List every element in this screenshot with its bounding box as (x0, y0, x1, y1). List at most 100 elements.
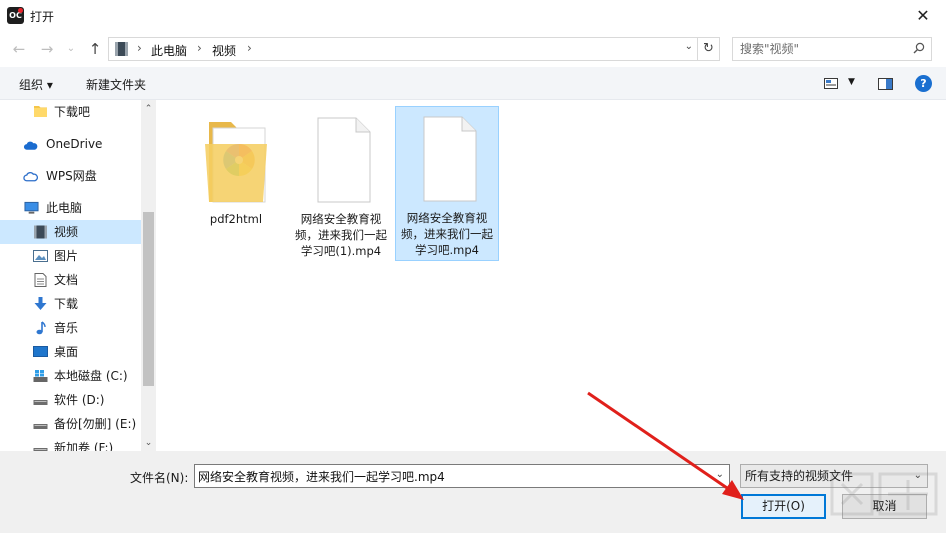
refresh-icon: ↻ (703, 41, 714, 56)
sidebar-scrollbar[interactable]: ⌃ ⌄ (141, 100, 155, 451)
open-button[interactable]: 打开(O) (741, 494, 826, 519)
blank-file-icon (423, 116, 477, 202)
sidebar-item-videos[interactable]: 视频 (0, 220, 141, 244)
scroll-thumb[interactable] (143, 212, 154, 386)
window-title: 打开 (30, 10, 55, 24)
search-icon[interactable] (913, 42, 925, 54)
organize-button[interactable]: 组织 ▾ (19, 76, 53, 93)
view-options-icon[interactable] (824, 78, 838, 89)
picture-icon (33, 250, 48, 262)
sidebar-item-drive-d[interactable]: 软件 (D:) (0, 388, 141, 412)
scroll-down-icon[interactable]: ⌄ (143, 436, 154, 450)
sidebar-item-label: WPS网盘 (46, 169, 97, 183)
help-icon[interactable]: ? (915, 75, 932, 92)
system-drive-icon (33, 370, 48, 382)
computer-icon (24, 201, 39, 214)
document-icon (34, 273, 47, 287)
breadcrumb-separator-icon[interactable]: › (197, 41, 202, 55)
breadcrumb[interactable]: › 此电脑 › 视频 › ⌄ (108, 37, 698, 61)
file-name: 网络安全教育视频，进来我们一起学习吧(1).mp4 (295, 212, 387, 258)
new-folder-button[interactable]: 新建文件夹 (86, 76, 146, 93)
command-bar: 组织 ▾ 新建文件夹 ▼ ? (0, 67, 946, 100)
refresh-button[interactable]: ↻ (698, 37, 720, 61)
drive-icon (33, 448, 48, 451)
wps-cloud-icon (23, 172, 38, 182)
breadcrumb-separator-icon[interactable]: › (137, 41, 142, 55)
sidebar-item-this-pc[interactable]: 此电脑 (0, 196, 141, 220)
sidebar-item-label: 本地磁盘 (C:) (54, 369, 128, 383)
sidebar-item-label: 下载吧 (54, 105, 91, 119)
sidebar-item-label: 文档 (54, 273, 79, 287)
filetype-value: 所有支持的视频文件 (745, 469, 854, 483)
sidebar-item-label: 此电脑 (46, 201, 83, 215)
desktop-icon (33, 346, 48, 357)
filename-input[interactable] (195, 465, 705, 487)
video-folder-icon (115, 42, 128, 56)
filename-label: 文件名(N): (130, 471, 189, 485)
up-arrow-icon: ↑ (88, 40, 102, 58)
sidebar-item-label: 音乐 (54, 321, 79, 335)
navigation-pane: 下载吧 OneDrive WPS网盘 此电脑 视频 图片 文档 下载 音乐 桌面… (0, 100, 156, 451)
blank-file-icon (317, 117, 371, 203)
chevron-down-icon[interactable]: ⌄ (716, 469, 724, 480)
close-button[interactable]: ✕ (900, 0, 946, 32)
preview-pane-icon[interactable] (878, 78, 893, 90)
forward-button[interactable]: → (38, 40, 56, 58)
chevron-down-icon: ⌄ (66, 43, 76, 54)
file-item-pdf2html[interactable]: pdf2html (184, 108, 288, 229)
folder-icon (34, 106, 47, 117)
recent-locations-button[interactable]: ⌄ (62, 40, 80, 58)
app-icon: OC (7, 7, 24, 24)
sidebar-item-onedrive[interactable]: OneDrive (0, 132, 141, 156)
address-bar: ← → ⌄ ↑ › 此电脑 › 视频 › ⌄ ↻ (0, 32, 946, 66)
sidebar-item-pictures[interactable]: 图片 (0, 244, 141, 268)
breadcrumb-separator-icon[interactable]: › (247, 41, 252, 55)
close-icon: ✕ (916, 6, 930, 25)
breadcrumb-item-this-pc[interactable]: 此电脑 (151, 42, 187, 59)
filetype-select[interactable]: 所有支持的视频文件 ⌄ (740, 464, 928, 488)
filename-combobox[interactable]: ⌄ (194, 464, 730, 488)
sidebar-item-drive-c[interactable]: 本地磁盘 (C:) (0, 364, 141, 388)
sidebar-item-music[interactable]: 音乐 (0, 316, 141, 340)
forward-arrow-icon: → (40, 40, 54, 58)
drive-icon (33, 424, 48, 429)
download-icon (34, 297, 47, 310)
sidebar-item-label: 桌面 (54, 345, 79, 359)
search-input[interactable] (733, 38, 903, 60)
title-bar: OC 打开 ✕ (0, 0, 946, 32)
sidebar-item-downloads[interactable]: 下载 (0, 292, 141, 316)
file-name: pdf2html (209, 212, 263, 226)
back-arrow-icon: ← (12, 40, 26, 58)
view-dropdown-icon[interactable]: ▼ (848, 77, 855, 87)
drive-icon (33, 400, 48, 405)
back-button[interactable]: ← (10, 40, 28, 58)
sidebar-item-label: OneDrive (46, 137, 103, 151)
sidebar-item-drive-f[interactable]: 新加卷 (F:) (0, 436, 141, 451)
sidebar-item-label: 备份[勿删] (E:) (54, 417, 137, 431)
cloud-icon (23, 141, 38, 150)
sidebar-item-label: 下载 (54, 297, 79, 311)
sidebar-item-documents[interactable]: 文档 (0, 268, 141, 292)
file-list: pdf2html 网络安全教育视频，进来我们一起学习吧(1).mp4 网络安全教… (157, 100, 946, 451)
dialog-footer: 文件名(N): ⌄ 所有支持的视频文件 ⌄ 打开(O) 取消 (0, 451, 946, 533)
up-button[interactable]: ↑ (86, 40, 104, 58)
breadcrumb-item-videos[interactable]: 视频 (212, 42, 236, 59)
sidebar-item-label: 新加卷 (F:) (54, 441, 114, 451)
scroll-up-icon[interactable]: ⌃ (143, 102, 154, 116)
sidebar-item-label: 图片 (54, 249, 79, 263)
sidebar-item-wps-cloud[interactable]: WPS网盘 (0, 164, 141, 188)
sidebar-item-desktop[interactable]: 桌面 (0, 340, 141, 364)
cancel-button[interactable]: 取消 (842, 494, 927, 519)
chevron-down-icon: ⌄ (913, 470, 922, 481)
sidebar-item-downloadba[interactable]: 下载吧 (0, 100, 141, 124)
folder-icon (205, 122, 267, 203)
path-dropdown-icon[interactable]: ⌄ (685, 41, 693, 52)
video-icon (34, 225, 47, 239)
music-icon (36, 321, 46, 335)
sidebar-item-drive-e[interactable]: 备份[勿删] (E:) (0, 412, 141, 436)
sidebar-item-label: 视频 (54, 225, 79, 239)
file-item-video-1[interactable]: 网络安全教育视频，进来我们一起学习吧(1).mp4 (289, 108, 393, 261)
sidebar-item-label: 软件 (D:) (54, 393, 105, 407)
file-item-video-selected[interactable]: 网络安全教育视频，进来我们一起学习吧.mp4 (395, 106, 499, 261)
search-box[interactable] (732, 37, 932, 61)
